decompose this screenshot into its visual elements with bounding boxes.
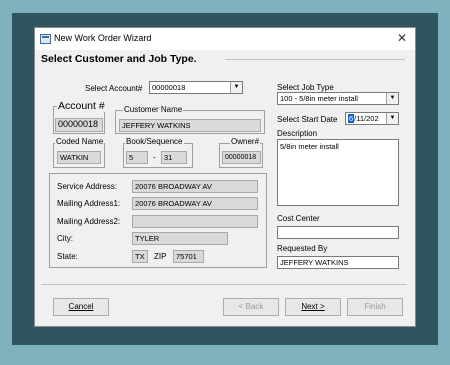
back-button[interactable]: < Back: [223, 298, 279, 316]
start-date-picker[interactable]: 6/11/202 ▼: [345, 112, 399, 125]
book-sequence-label: Book/Sequence: [125, 137, 184, 146]
coded-name-label: Coded Name: [55, 137, 105, 146]
title-bar: New Work Order Wizard ✕: [35, 28, 415, 50]
mailing-address2-field: [132, 215, 258, 228]
state-field: TX: [132, 250, 148, 263]
app-icon: [40, 34, 51, 44]
account-number-field: 00000018: [55, 118, 103, 132]
close-icon[interactable]: ✕: [397, 31, 407, 45]
chevron-down-icon[interactable]: ▼: [386, 113, 398, 124]
coded-name-field: WATKIN: [57, 151, 101, 164]
zip-field: 75701: [173, 250, 204, 263]
select-account-dropdown[interactable]: 00000018 ▼: [149, 81, 243, 94]
owner-label: Owner#: [230, 137, 261, 146]
owner-field: 00000018: [222, 151, 261, 164]
book-field: 5: [126, 151, 148, 164]
city-field: TYLER: [132, 232, 228, 245]
chevron-down-icon[interactable]: ▼: [230, 82, 242, 93]
mailing-address2-label: Mailing Address2:: [57, 217, 121, 226]
job-type-dropdown[interactable]: 100 - 5/8in meter install ▼: [277, 92, 399, 105]
sequence-field: 31: [161, 151, 187, 164]
account-number-label: Account #: [57, 100, 106, 112]
state-label: State:: [57, 252, 78, 261]
cost-center-label: Cost Center: [277, 214, 320, 223]
heading-divider: [225, 59, 405, 60]
job-type-value: 100 - 5/8in meter install: [280, 94, 358, 103]
customer-name-label: Customer Name: [123, 105, 184, 114]
description-textarea[interactable]: 5/8in meter install: [277, 139, 399, 206]
window-title: New Work Order Wizard: [54, 33, 152, 43]
customer-name-field: JEFFERY WATKINS: [119, 119, 261, 132]
job-type-label: Select Job Type: [277, 83, 334, 92]
button-divider: [41, 284, 407, 285]
start-date-label: Select Start Date: [277, 115, 338, 124]
cancel-button[interactable]: Cancel: [53, 298, 109, 316]
select-account-value: 00000018: [152, 83, 186, 92]
next-button[interactable]: Next >: [285, 298, 341, 316]
city-label: City:: [57, 234, 73, 243]
zip-label: ZIP: [154, 252, 167, 261]
mailing-address1-label: Mailing Address1:: [57, 199, 121, 208]
mailing-address1-field: 20076 BROADWAY AV: [132, 197, 258, 210]
requested-by-field[interactable]: JEFFERY WATKINS: [277, 256, 399, 269]
service-address-field: 20076 BROADWAY AV: [132, 180, 258, 193]
select-account-label: Select Account#: [85, 84, 143, 93]
start-date-rest: /11/202: [354, 114, 379, 123]
chevron-down-icon[interactable]: ▼: [386, 93, 398, 104]
book-sequence-separator: -: [153, 153, 156, 162]
requested-by-label: Requested By: [277, 244, 328, 253]
description-label: Description: [277, 129, 318, 138]
cost-center-field[interactable]: [277, 226, 399, 239]
page-heading: Select Customer and Job Type.: [41, 53, 197, 65]
finish-button[interactable]: Finish: [347, 298, 403, 316]
wizard-dialog: New Work Order Wizard ✕ Select Customer …: [34, 27, 416, 327]
service-address-label: Service Address:: [57, 182, 118, 191]
